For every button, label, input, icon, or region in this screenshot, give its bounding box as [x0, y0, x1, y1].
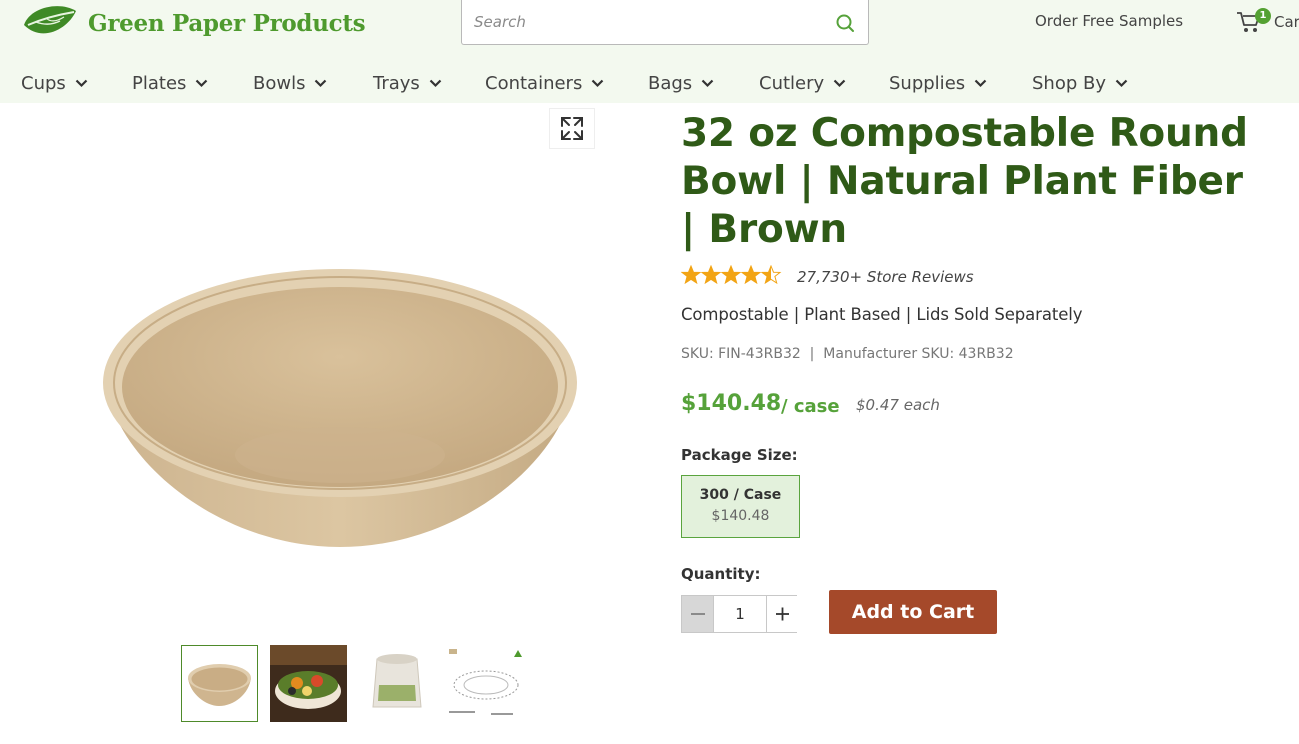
- nav-item-cutlery[interactable]: Cutlery: [759, 70, 846, 96]
- nav-item-label: Bags: [648, 72, 693, 94]
- add-to-cart-button[interactable]: Add to Cart: [829, 590, 997, 634]
- search-input[interactable]: [474, 11, 804, 33]
- nav-item-label: Trays: [373, 72, 420, 94]
- chevron-down-icon: [75, 79, 88, 87]
- site-header: Green Paper Products Order Free Samples …: [0, 0, 1299, 103]
- leaf-logo-icon: [24, 6, 76, 34]
- product-tagline: Compostable | Plant Based | Lids Sold Se…: [681, 305, 1083, 324]
- product-main-image[interactable]: [95, 255, 585, 555]
- cart-link[interactable]: 1 Cart: [1236, 8, 1299, 34]
- fullscreen-button[interactable]: [549, 108, 595, 149]
- nav-item-label: Shop By: [1032, 72, 1106, 94]
- star-icon: [700, 265, 722, 285]
- price-each: $0.47 each: [856, 396, 940, 414]
- nav-item-containers[interactable]: Containers: [485, 70, 604, 96]
- nav-item-label: Plates: [132, 72, 187, 94]
- nav-item-label: Cups: [21, 72, 66, 94]
- nav-item-label: Containers: [485, 72, 583, 94]
- chevron-down-icon: [701, 79, 714, 87]
- logo[interactable]: Green Paper Products: [20, 3, 366, 43]
- quantity-stepper: [681, 595, 797, 633]
- expand-icon: [561, 117, 583, 140]
- order-free-samples-link[interactable]: Order Free Samples: [1035, 12, 1183, 30]
- quantity-input[interactable]: [714, 596, 766, 632]
- plus-icon: [776, 607, 789, 621]
- package-size-label: Package Size:: [681, 446, 798, 464]
- thumbnail-salad-bowl[interactable]: [270, 645, 347, 722]
- nav-item-supplies[interactable]: Supplies: [889, 70, 987, 96]
- chevron-down-icon: [1115, 79, 1128, 87]
- quantity-label: Quantity:: [681, 565, 761, 583]
- brand-name: Green Paper Products: [88, 9, 366, 37]
- nav-item-cups[interactable]: Cups: [21, 70, 88, 96]
- chevron-down-icon: [592, 79, 604, 87]
- quantity-increase-button[interactable]: [766, 596, 797, 632]
- star-icon: [740, 265, 762, 285]
- cart-count-badge: 1: [1255, 8, 1271, 24]
- nav-item-plates[interactable]: Plates: [132, 70, 208, 96]
- search-icon[interactable]: [832, 10, 858, 36]
- nav-item-trays[interactable]: Trays: [373, 70, 442, 96]
- chevron-down-icon: [833, 79, 846, 87]
- cart-label: Cart: [1274, 13, 1299, 31]
- price-unit: / case: [781, 396, 840, 417]
- star-icon: [720, 265, 742, 285]
- store-reviews-link[interactable]: 27,730+ Store Reviews: [797, 268, 974, 286]
- rating-stars: [681, 265, 782, 285]
- sku-line: SKU: FIN-43RB32 | Manufacturer SKU: 43RB…: [681, 346, 1014, 362]
- package-option-300-case[interactable]: 300 / Case $140.48: [681, 475, 800, 538]
- package-option-price: $140.48: [711, 508, 770, 524]
- nav-item-label: Bowls: [253, 72, 306, 94]
- chevron-down-icon: [429, 79, 442, 87]
- chevron-down-icon: [196, 79, 208, 87]
- main-nav: Cups Plates Bowls Trays Containers Bags …: [0, 70, 1299, 96]
- nav-item-bowls[interactable]: Bowls: [253, 70, 327, 96]
- star-icon: [681, 265, 702, 285]
- nav-item-bags[interactable]: Bags: [648, 70, 714, 96]
- package-option-name: 300 / Case: [699, 487, 782, 503]
- thumbnail-packaged-bowls[interactable]: [359, 645, 436, 722]
- product-price: $140.48: [681, 391, 782, 416]
- quantity-decrease-button[interactable]: [682, 596, 714, 632]
- thumbnail-bowl[interactable]: [181, 645, 258, 722]
- chevron-down-icon: [974, 79, 987, 87]
- nav-item-shop-by[interactable]: Shop By: [1032, 70, 1128, 96]
- product-title: 32 oz Compostable Round Bowl | Natural P…: [681, 111, 1248, 252]
- search-box: [461, 0, 869, 45]
- chevron-down-icon: [315, 79, 327, 87]
- half-star-icon: [760, 265, 782, 285]
- nav-item-label: Cutlery: [759, 72, 825, 94]
- thumbnail-bowl-diagram[interactable]: [446, 645, 523, 722]
- minus-icon: [691, 613, 705, 615]
- nav-item-label: Supplies: [889, 72, 966, 94]
